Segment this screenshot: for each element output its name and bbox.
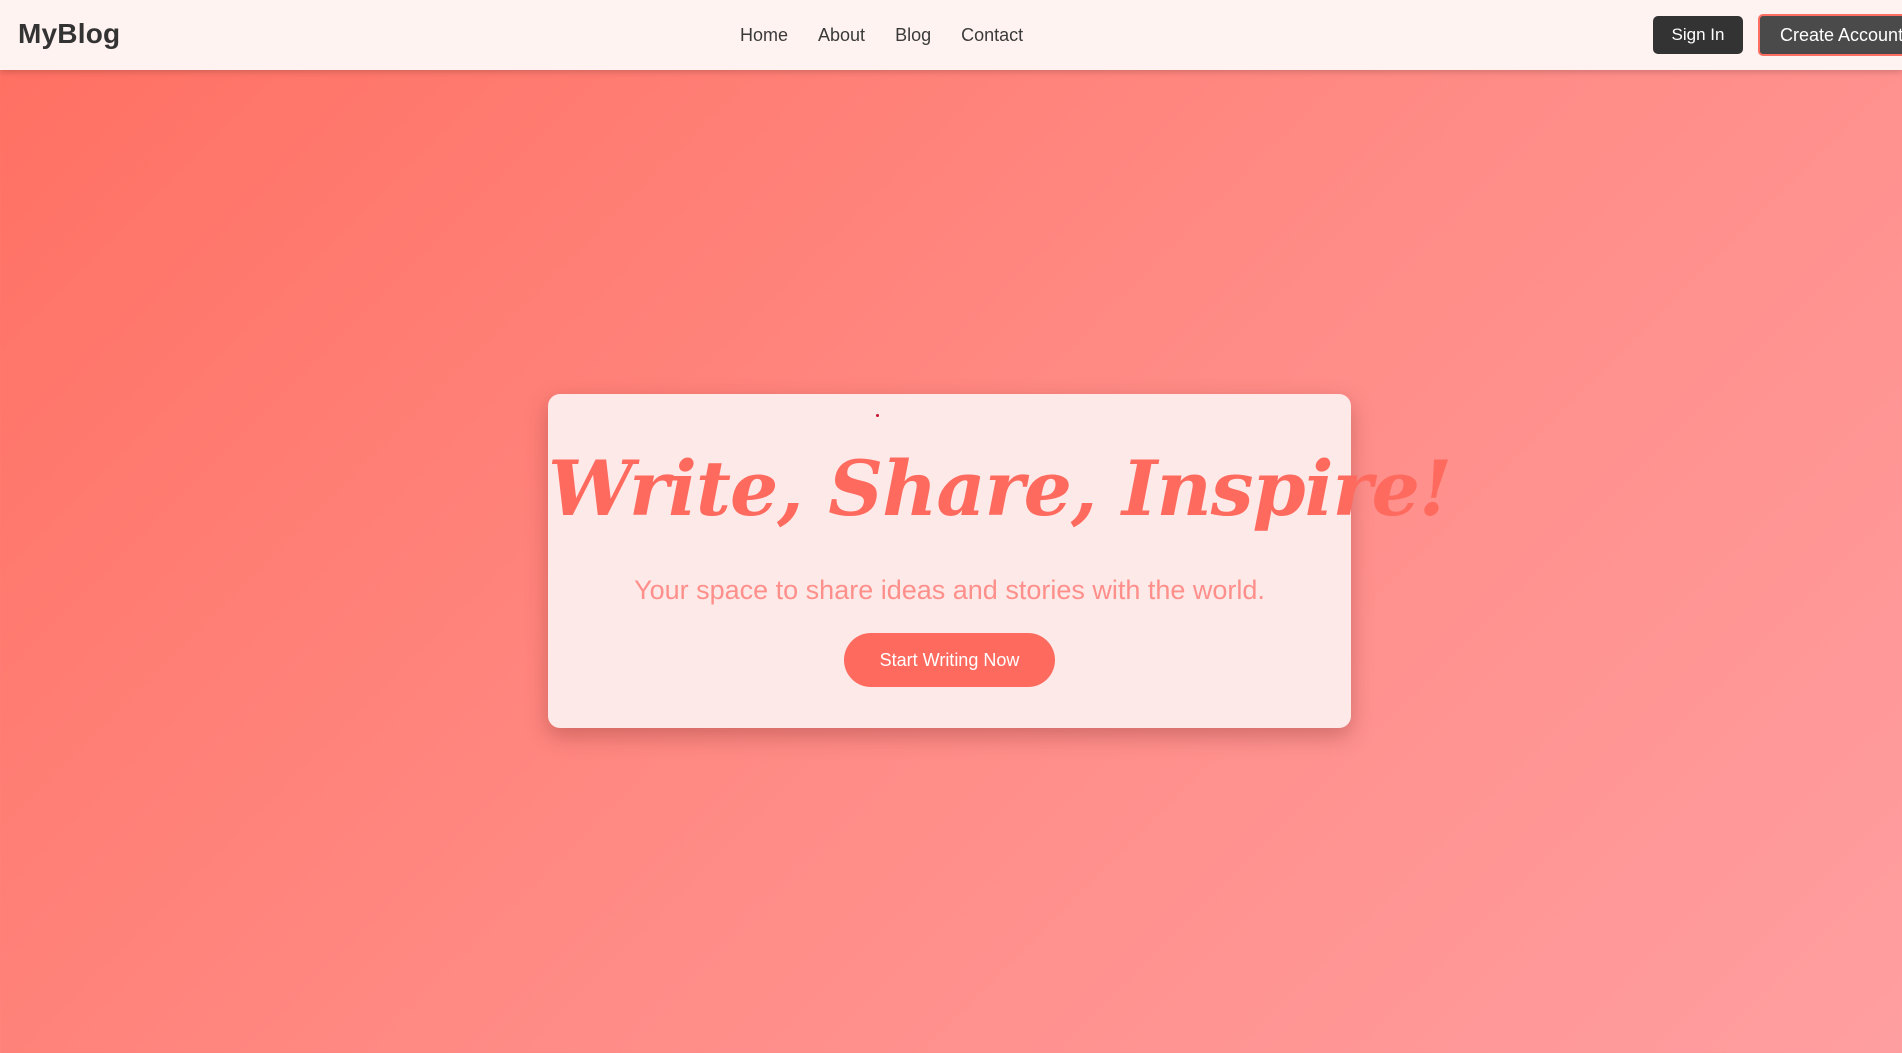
top-navbar: MyBlog Home About Blog Contact Sign In C… <box>0 0 1902 70</box>
nav-link-home[interactable]: Home <box>740 25 788 46</box>
nav-link-about[interactable]: About <box>818 25 865 46</box>
nav-link-blog[interactable]: Blog <box>895 25 931 46</box>
sign-in-button[interactable]: Sign In <box>1653 16 1743 54</box>
hero-subtitle: Your space to share ideas and stories wi… <box>634 575 1265 605</box>
hero-card: Write, Share, Inspire! Your space to sha… <box>548 394 1452 728</box>
start-writing-button[interactable]: Start Writing Now <box>844 633 1055 687</box>
nav-link-contact[interactable]: Contact <box>961 25 1023 46</box>
brand-logo[interactable]: MyBlog <box>18 0 120 70</box>
main-nav: Home About Blog Contact <box>740 0 1023 70</box>
hero-title: Write, Share, Inspire! <box>548 444 1452 533</box>
create-account-button[interactable]: Create Account <box>1758 14 1902 56</box>
decorative-dot <box>876 414 879 417</box>
